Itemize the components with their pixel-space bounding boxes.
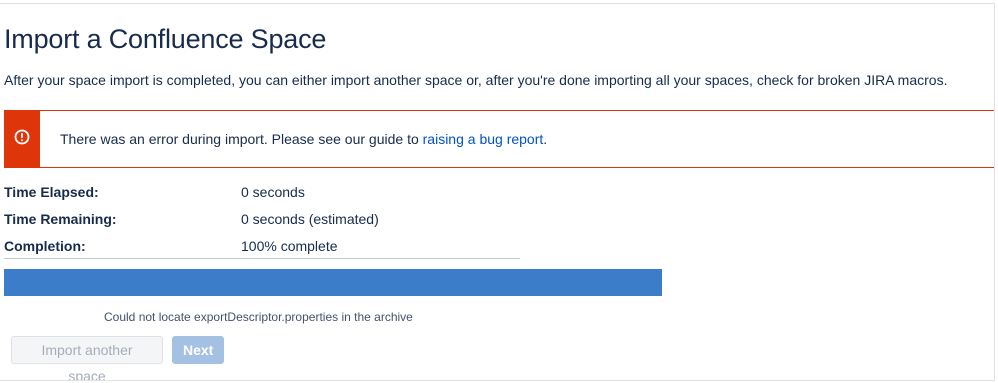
error-message-suffix: .	[543, 131, 548, 147]
stat-completion: Completion: 100% complete	[4, 238, 520, 265]
page-description: After your space import is completed, yo…	[4, 72, 948, 88]
stat-label: Completion:	[4, 238, 86, 254]
error-banner: There was an error during import. Please…	[4, 110, 994, 168]
bug-report-link[interactable]: raising a bug report	[423, 131, 544, 147]
stat-time-elapsed: Time Elapsed: 0 seconds	[4, 184, 520, 211]
import-another-space-button[interactable]: Import another space	[11, 336, 163, 380]
stat-value: 0 seconds	[241, 184, 305, 200]
error-stripe	[4, 110, 40, 168]
page-title: Import a Confluence Space	[4, 24, 327, 54]
stat-time-remaining: Time Remaining: 0 seconds (estimated)	[4, 211, 520, 238]
import-stats: Time Elapsed: 0 seconds Time Remaining: …	[4, 184, 520, 265]
import-panel: Import a Confluence Space After your spa…	[0, 3, 995, 381]
next-button[interactable]: Next	[172, 336, 224, 364]
error-message: There was an error during import. Please…	[60, 131, 547, 147]
stat-value: 100% complete	[241, 238, 338, 254]
progress-fill	[4, 269, 662, 296]
stat-label: Time Elapsed:	[4, 184, 99, 200]
warning-circle-icon	[14, 129, 30, 150]
status-note: Could not locate exportDescriptor.proper…	[104, 310, 413, 324]
stat-value: 0 seconds (estimated)	[241, 211, 379, 227]
error-message-text: There was an error during import. Please…	[60, 131, 423, 147]
import-progress-bar	[4, 269, 662, 296]
stat-label: Time Remaining:	[4, 211, 117, 227]
stats-divider	[4, 258, 520, 259]
